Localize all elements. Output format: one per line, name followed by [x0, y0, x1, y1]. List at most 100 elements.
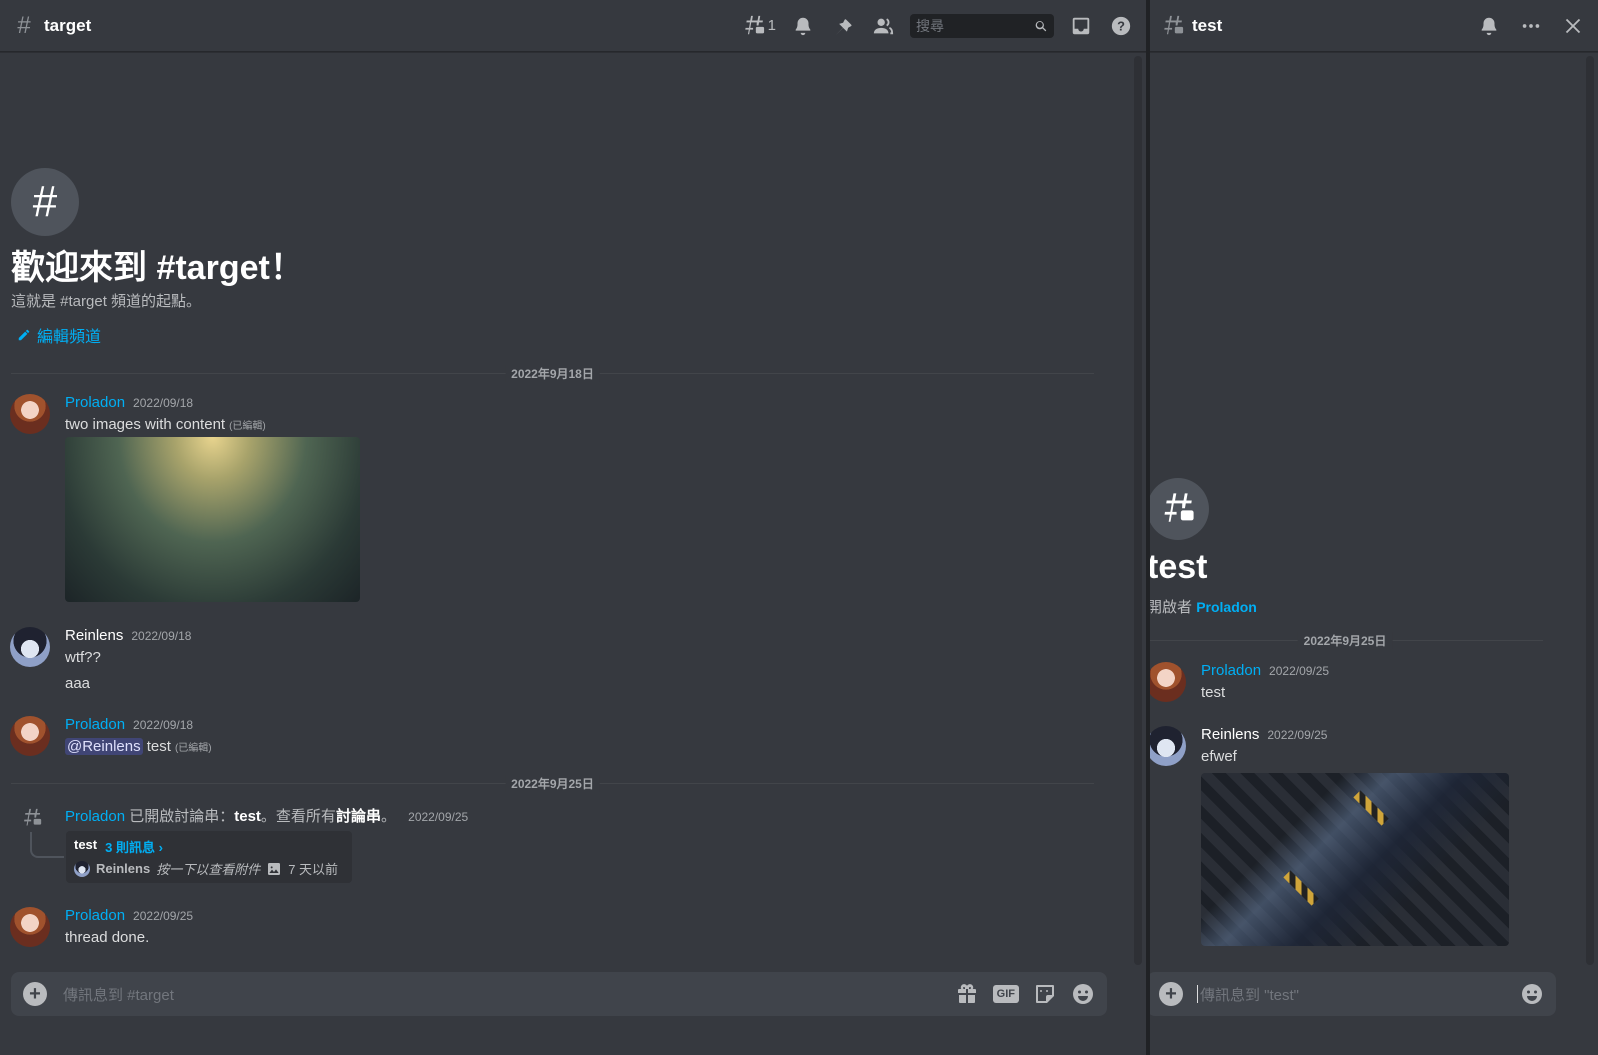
thread-icon [24, 808, 42, 826]
channel-hash-icon: # [11, 168, 79, 236]
avatar[interactable] [10, 627, 50, 667]
close-thread-button[interactable] [1560, 13, 1586, 39]
author-name[interactable]: Proladon [65, 907, 125, 924]
thread-name-link[interactable]: test [234, 808, 261, 825]
threads-button[interactable]: 1 [743, 15, 776, 37]
message: Reinlens 2022/09/18 wtf?? aaa [10, 627, 1090, 697]
help-icon: ? [1111, 16, 1131, 35]
date-divider-label: 2022年9月25日 [1297, 632, 1393, 649]
timestamp: 2022/09/25 [1269, 664, 1330, 678]
help-button[interactable]: ? [1108, 13, 1134, 39]
emoji-icon[interactable] [1520, 982, 1544, 1006]
edited-tag: (已編輯) [174, 743, 212, 754]
svg-text:?: ? [1117, 18, 1125, 33]
author-name[interactable]: Proladon [65, 394, 125, 411]
emoji-icon[interactable] [1071, 982, 1095, 1006]
message-text: test [1201, 684, 1226, 701]
message-composer[interactable]: + 傳訊息到 #target GIF [11, 972, 1107, 1016]
author-name[interactable]: Reinlens [1201, 726, 1259, 743]
thread-name: test [1192, 15, 1223, 35]
user-mention[interactable]: @Reinlens [65, 738, 143, 755]
image-detail [1283, 870, 1319, 906]
add-attachment-button[interactable]: + [23, 982, 47, 1006]
thread-scrollbar[interactable] [1586, 56, 1594, 965]
hash-icon: # [17, 11, 31, 39]
opened-by-label: 開啟者 [1150, 599, 1193, 616]
thread-text-mid: 。查看所有 [260, 808, 336, 825]
channel-pane: # target 1 搜尋 ? # 歡迎來到 #target！ 這就是 #tar… [0, 0, 1146, 1055]
search-input[interactable]: 搜尋 [910, 13, 1054, 38]
message-text: wtf?? [65, 649, 101, 666]
pinned-messages-button[interactable] [830, 13, 856, 39]
inbox-button[interactable] [1068, 13, 1094, 39]
date-divider-label: 2022年9月25日 [505, 775, 600, 792]
avatar [74, 860, 90, 877]
thread-connector [30, 832, 64, 858]
thread-card-title: test [74, 837, 98, 852]
avatar[interactable] [1150, 726, 1186, 766]
thread-icon [1164, 493, 1194, 522]
message-text: two images with content [65, 416, 226, 433]
avatar[interactable] [10, 716, 50, 756]
edit-channel-link[interactable]: 編輯頻道 [17, 323, 101, 347]
search-placeholder: 搜尋 [916, 17, 944, 34]
pencil-icon [18, 329, 30, 341]
sticker-icon[interactable] [1033, 982, 1057, 1006]
app-root: # target 1 搜尋 ? # 歡迎來到 #target！ 這就是 #tar… [0, 0, 1598, 1055]
edited-tag: (已編輯) [229, 421, 266, 432]
author-name[interactable]: Proladon [65, 808, 125, 825]
composer-placeholder: 傳訊息到 "test" [1200, 986, 1299, 1004]
composer-placeholder: 傳訊息到 #target [63, 986, 174, 1004]
gift-icon[interactable] [955, 982, 979, 1006]
thread-message-composer[interactable]: + 傳訊息到 "test" [1150, 972, 1556, 1016]
date-divider: 2022年9月18日 [11, 365, 1094, 382]
ellipsis-icon [1522, 23, 1540, 28]
notification-bell-button[interactable] [790, 13, 816, 39]
message: Reinlens 2022/09/25 efwef [1150, 726, 1546, 951]
image-attachment[interactable] [1201, 773, 1509, 946]
thread-system-message: Proladon 已開啟討論串：test。查看所有討論串。 2022/09/25 [65, 805, 468, 826]
bell-icon [1481, 17, 1497, 35]
avatar[interactable] [1150, 662, 1186, 702]
message-content: two images with content (已編輯) [65, 416, 266, 433]
all-threads-link[interactable]: 討論串 [336, 808, 381, 825]
inbox-icon [1072, 17, 1090, 34]
text-caret [1197, 985, 1198, 1003]
message: Proladon 2022/09/18 two images with cont… [10, 394, 1090, 604]
thread-count: 1 [767, 17, 776, 34]
timestamp: 2022/09/18 [133, 396, 194, 410]
thread-notification-button[interactable] [1476, 13, 1502, 39]
pin-icon [835, 18, 852, 35]
thread-preview-card[interactable]: test 3 則訊息 › Reinlens 按一下以查看附件 7 天以前 [66, 831, 352, 883]
thread-header: test [1150, 0, 1598, 52]
avatar[interactable] [10, 907, 50, 947]
channel-name: target [44, 15, 92, 35]
member-list-button[interactable] [870, 13, 896, 39]
bell-icon [795, 17, 811, 35]
timestamp: 2022/09/25 [1267, 728, 1328, 742]
message-content: @Reinlens test (已編輯) [65, 738, 212, 755]
author-name[interactable]: Reinlens [65, 627, 123, 644]
author-name[interactable]: Proladon [65, 716, 125, 733]
thread-icon [1164, 15, 1184, 34]
close-icon [1565, 18, 1581, 33]
gif-button[interactable]: GIF [992, 985, 1019, 1003]
date-divider-label: 2022年9月18日 [505, 365, 600, 382]
thread-title: test [1150, 548, 1208, 586]
message-text: test [146, 738, 171, 755]
message-text: thread done. [65, 929, 150, 946]
thread-message-count[interactable]: 3 則訊息 › [105, 837, 163, 856]
message-text: aaa [65, 675, 91, 692]
add-attachment-button[interactable]: + [1159, 982, 1183, 1006]
author-name[interactable]: Proladon [1201, 662, 1261, 679]
timestamp: 2022/09/25 [408, 810, 469, 824]
welcome-subtitle: 這就是 #target 頻道的起點。 [11, 293, 202, 310]
threads-icon [744, 15, 764, 34]
thread-start-icon [1150, 478, 1209, 540]
more-options-button[interactable] [1518, 13, 1544, 39]
opener-name[interactable]: Proladon [1196, 599, 1257, 615]
main-scrollbar[interactable] [1134, 56, 1142, 965]
channel-header: # target 1 搜尋 ? [0, 0, 1146, 52]
avatar[interactable] [10, 394, 50, 434]
image-attachment[interactable] [65, 437, 360, 602]
